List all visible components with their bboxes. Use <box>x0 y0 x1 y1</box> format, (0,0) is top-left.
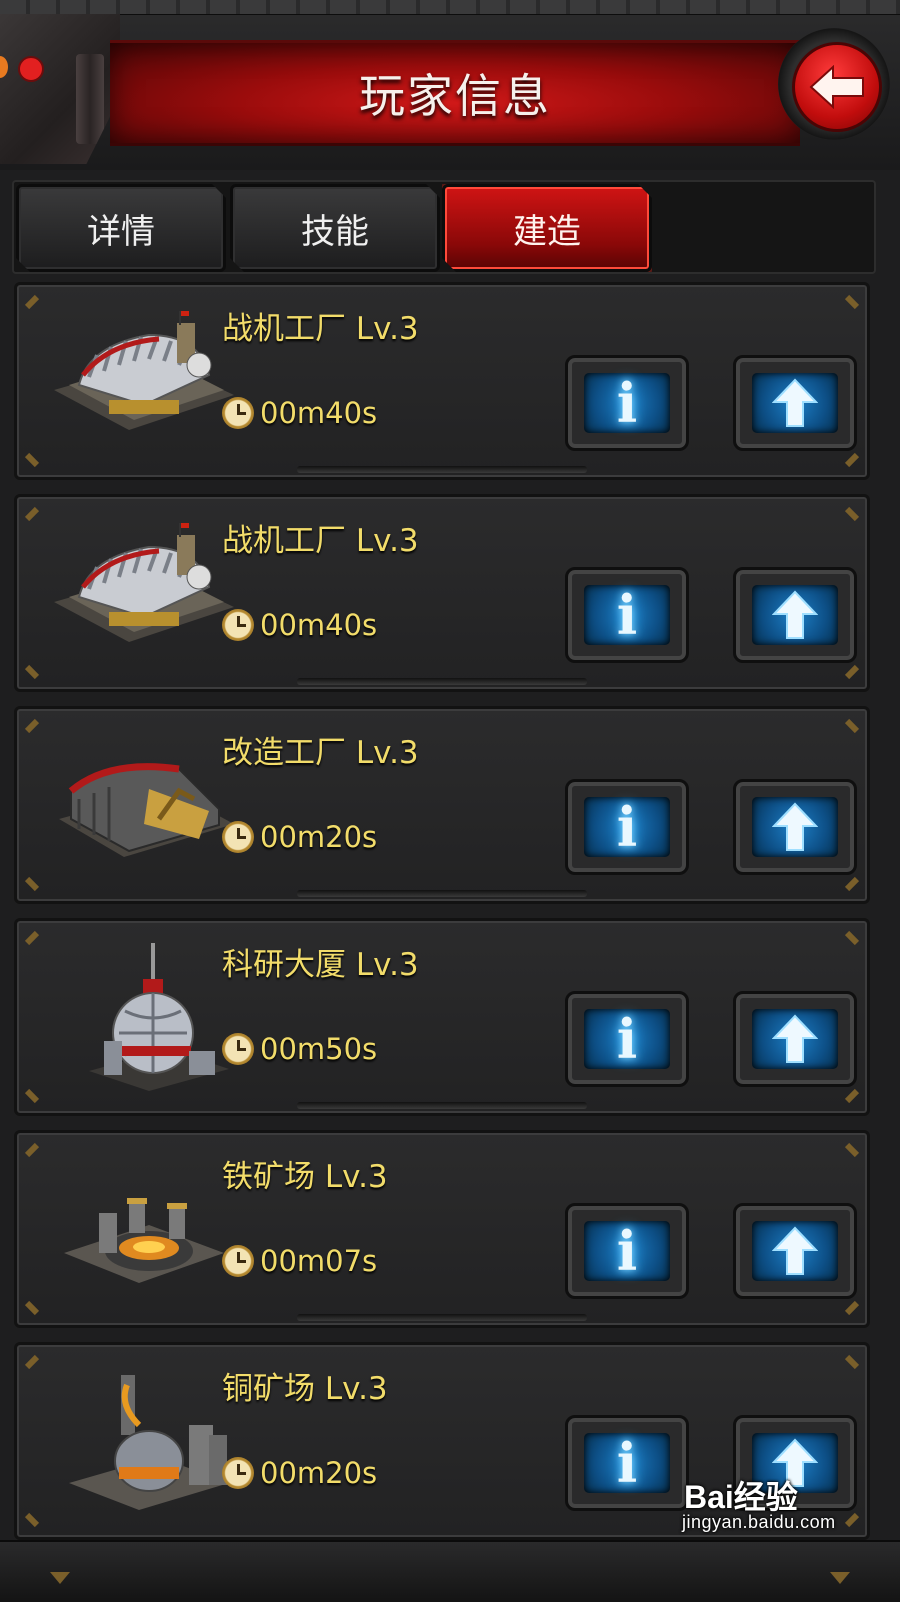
build-timer: 00m20s <box>222 819 377 855</box>
bottom-frame <box>0 1540 900 1602</box>
build-time: 00m40s <box>260 396 378 430</box>
build-time: 00m20s <box>260 820 378 854</box>
info-icon: i <box>616 583 638 647</box>
building-name: 科研大厦 Lv.3 <box>222 947 419 983</box>
info-icon: i <box>616 1007 638 1071</box>
tab-skills[interactable]: 技能 <box>230 184 440 272</box>
aircraft-factory-icon <box>54 311 234 430</box>
info-button[interactable]: i <box>565 779 689 875</box>
building-name: 铜矿场 Lv.3 <box>222 1371 388 1407</box>
build-timer: 00m20s <box>222 1455 377 1491</box>
info-button[interactable]: i <box>565 567 689 663</box>
upgrade-button[interactable] <box>733 567 857 663</box>
info-button[interactable]: i <box>565 1415 689 1511</box>
clock-icon <box>222 609 254 641</box>
upgrade-arrow-icon <box>772 590 818 639</box>
baidu-watermark: Bai经验 jingyan.baidu.com <box>678 1468 888 1542</box>
info-button[interactable]: i <box>565 355 689 451</box>
building-row: 战机工厂 Lv.3 00m40s i <box>14 282 870 480</box>
build-time: 00m40s <box>260 608 378 642</box>
upgrade-arrow-icon <box>772 378 818 427</box>
clock-icon <box>222 821 254 853</box>
info-button[interactable]: i <box>565 1203 689 1299</box>
clock-icon <box>222 1033 254 1065</box>
build-time: 00m50s <box>260 1032 378 1066</box>
building-row: 铁矿场 Lv.3 00m07s i <box>14 1130 870 1328</box>
page-title: 玩家信息 <box>359 69 551 123</box>
building-row: 科研大厦 Lv.3 00m50s i <box>14 918 870 1116</box>
header-left-ornament <box>0 14 120 164</box>
upgrade-button[interactable] <box>733 355 857 451</box>
info-icon: i <box>616 1219 638 1283</box>
build-timer: 00m50s <box>222 1031 377 1067</box>
copper-mine-icon <box>69 1375 229 1510</box>
building-row: 改造工厂 Lv.3 00m20s i <box>14 706 870 904</box>
tab-details[interactable]: 详情 <box>16 184 226 272</box>
build-time: 00m20s <box>260 1456 378 1490</box>
building-name: 铁矿场 Lv.3 <box>222 1159 388 1195</box>
notification-dot <box>18 56 44 82</box>
building-name: 改造工厂 Lv.3 <box>222 735 419 771</box>
build-timer: 00m07s <box>222 1243 377 1279</box>
info-icon: i <box>616 1431 638 1495</box>
tab-bar: 详情 技能 建造 <box>12 180 876 274</box>
aircraft-factory-icon <box>54 523 234 642</box>
header-bar: 玩家信息 <box>0 0 900 170</box>
upgrade-button[interactable] <box>733 991 857 1087</box>
back-arrow-icon <box>792 42 882 132</box>
building-name: 战机工厂 Lv.3 <box>222 523 419 559</box>
clock-icon <box>222 397 254 429</box>
iron-mine-icon <box>64 1198 224 1283</box>
upgrade-arrow-icon <box>772 1014 818 1063</box>
build-timer: 00m40s <box>222 395 377 431</box>
watermark-url: jingyan.baidu.com <box>682 1512 836 1532</box>
build-timer: 00m40s <box>222 607 377 643</box>
research-tower-icon <box>89 943 229 1091</box>
upgrade-button[interactable] <box>733 779 857 875</box>
clock-icon <box>222 1457 254 1489</box>
title-banner: 玩家信息 <box>110 40 800 146</box>
upgrade-arrow-icon <box>772 1226 818 1275</box>
clock-icon <box>222 1245 254 1277</box>
tab-build[interactable]: 建造 <box>442 184 652 272</box>
building-row: 战机工厂 Lv.3 00m40s i <box>14 494 870 692</box>
upgrade-arrow-icon <box>772 802 818 851</box>
modification-factory-icon <box>59 763 234 857</box>
upgrade-button[interactable] <box>733 1203 857 1299</box>
header-rivet-strip <box>0 0 900 15</box>
info-icon: i <box>616 795 638 859</box>
back-button[interactable] <box>778 28 890 140</box>
info-icon: i <box>616 371 638 435</box>
build-time: 00m07s <box>260 1244 378 1278</box>
info-button[interactable]: i <box>565 991 689 1087</box>
building-name: 战机工厂 Lv.3 <box>222 311 419 347</box>
